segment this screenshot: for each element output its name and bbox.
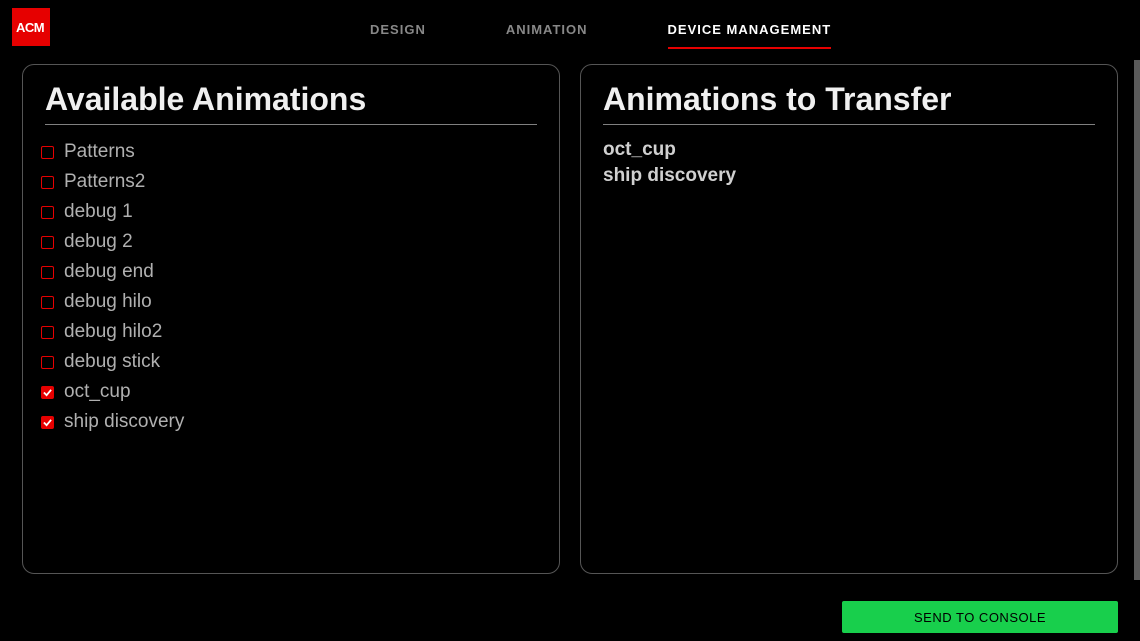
animation-label: debug hilo [64, 291, 152, 313]
checkbox-icon[interactable] [41, 296, 54, 309]
available-list: Patterns Patterns2 debug 1 debug 2 debug end… [41, 137, 541, 437]
animation-label: debug stick [64, 351, 160, 373]
animation-label: debug hilo2 [64, 321, 162, 343]
list-item[interactable]: debug end [41, 257, 541, 287]
transfer-item: oct_cup [603, 137, 1099, 163]
content: Available Animations Patterns Patterns2 de… [0, 50, 1140, 574]
animation-label: debug end [64, 261, 154, 283]
send-to-console-button[interactable]: SEND TO CONSOLE [842, 601, 1118, 633]
available-card: Available Animations Patterns Patterns2 de… [22, 64, 560, 574]
animation-label: Patterns2 [64, 171, 145, 193]
list-item[interactable]: debug hilo2 [41, 317, 541, 347]
checkbox-icon[interactable] [41, 266, 54, 279]
list-item[interactable]: oct_cup [41, 377, 541, 407]
animation-label: oct_cup [64, 381, 131, 403]
list-item[interactable]: Patterns [41, 137, 541, 167]
tab-nav: DESIGN ANIMATION DEVICE MANAGEMENT [370, 8, 831, 49]
checkbox-checked-icon[interactable] [41, 416, 54, 429]
checkbox-icon[interactable] [41, 236, 54, 249]
checkbox-icon[interactable] [41, 206, 54, 219]
checkbox-icon[interactable] [41, 146, 54, 159]
checkbox-icon[interactable] [41, 176, 54, 189]
divider [45, 124, 537, 125]
list-item[interactable]: debug stick [41, 347, 541, 377]
list-item[interactable]: debug hilo [41, 287, 541, 317]
tab-device-management[interactable]: DEVICE MANAGEMENT [668, 22, 832, 49]
tab-animation[interactable]: ANIMATION [506, 22, 588, 49]
checkbox-icon[interactable] [41, 326, 54, 339]
available-title: Available Animations [45, 81, 541, 118]
animation-label: debug 1 [64, 201, 133, 223]
divider [603, 124, 1095, 125]
logo: ACM [12, 8, 50, 46]
tab-design[interactable]: DESIGN [370, 22, 426, 49]
list-item[interactable]: ship discovery [41, 407, 541, 437]
transfer-title: Animations to Transfer [603, 81, 1099, 118]
list-item[interactable]: debug 2 [41, 227, 541, 257]
checkbox-checked-icon[interactable] [41, 386, 54, 399]
transfer-card: Animations to Transfer oct_cupship disco… [580, 64, 1118, 574]
animation-label: ship discovery [64, 411, 184, 433]
transfer-item: ship discovery [603, 163, 1099, 189]
animation-label: debug 2 [64, 231, 133, 253]
animation-label: Patterns [64, 141, 135, 163]
transfer-list: oct_cupship discovery [603, 137, 1099, 189]
topbar: ACM DESIGN ANIMATION DEVICE MANAGEMENT [0, 0, 1140, 50]
scrollbar[interactable] [1134, 60, 1140, 580]
checkbox-icon[interactable] [41, 356, 54, 369]
list-item[interactable]: debug 1 [41, 197, 541, 227]
logo-text: ACM [16, 20, 44, 35]
list-item[interactable]: Patterns2 [41, 167, 541, 197]
